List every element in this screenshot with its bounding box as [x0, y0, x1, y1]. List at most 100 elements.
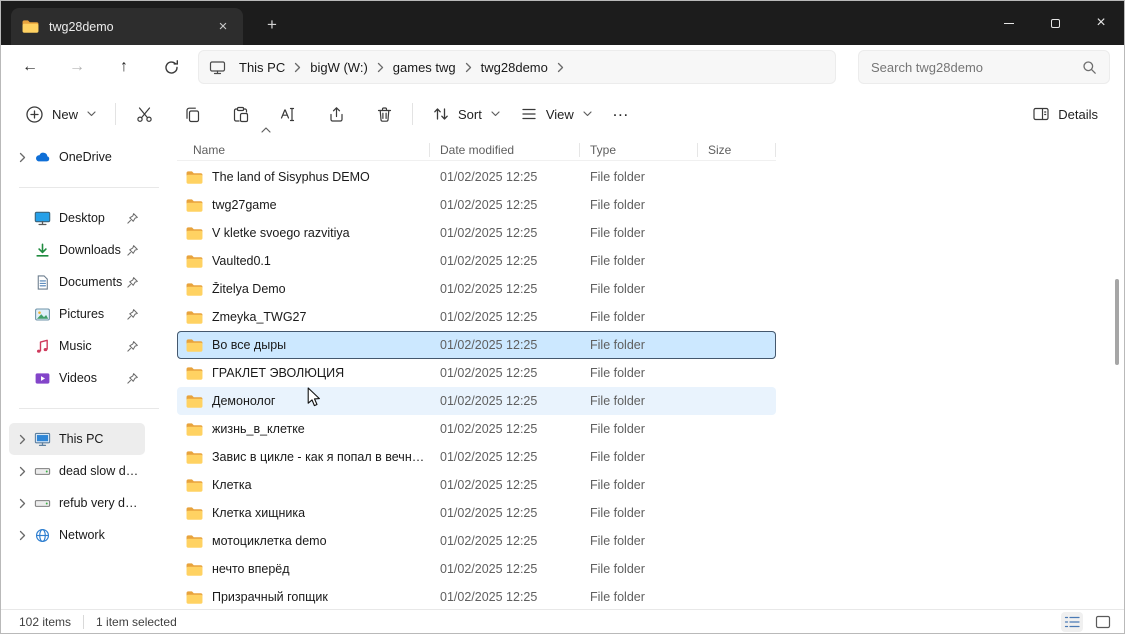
- pictures-icon: [33, 306, 51, 323]
- file-row[interactable]: Клетка хищника01/02/2025 12:25File folde…: [177, 499, 776, 527]
- column-header-date-modified[interactable]: Date modified: [430, 139, 580, 160]
- file-name: ГРАКЛЕТ ЭВОЛЮЦИЯ: [212, 366, 344, 380]
- sidebar-item-dead-slow-drive[interactable]: dead slow drive: [9, 455, 145, 487]
- column-header-name[interactable]: Name: [177, 139, 430, 160]
- chevron-right-icon[interactable]: [294, 62, 301, 73]
- folder-icon: [185, 282, 204, 297]
- file-type: File folder: [580, 422, 698, 436]
- view-button[interactable]: View: [510, 98, 602, 130]
- tab-twg28demo[interactable]: twg28demo ×: [11, 8, 243, 45]
- file-row[interactable]: twg27game01/02/2025 12:25File folder: [177, 191, 776, 219]
- file-name: Клетка хищника: [212, 506, 305, 520]
- file-row[interactable]: Zmeyka_TWG2701/02/2025 12:25File folder: [177, 303, 776, 331]
- this-pc-icon: [209, 60, 226, 75]
- search-input[interactable]: Search twg28demo: [858, 50, 1110, 84]
- file-row[interactable]: мотоциклетка demo01/02/2025 12:25File fo…: [177, 527, 776, 555]
- rename-button[interactable]: [269, 97, 307, 131]
- breadcrumb-games-twg[interactable]: games twg: [386, 57, 463, 78]
- sidebar-item-downloads[interactable]: Downloads: [9, 234, 145, 266]
- breadcrumb-this-pc[interactable]: This PC: [232, 57, 292, 78]
- sidebar-item-network[interactable]: Network: [9, 519, 145, 551]
- file-date-modified: 01/02/2025 12:25: [430, 534, 580, 548]
- file-row[interactable]: ГРАКЛЕТ ЭВОЛЮЦИЯ01/02/2025 12:25File fol…: [177, 359, 776, 387]
- copy-icon: [183, 105, 202, 124]
- sidebar-item-this-pc[interactable]: This PC: [9, 423, 145, 455]
- more-options-button[interactable]: …: [602, 97, 640, 131]
- expand-chevron-icon[interactable]: [13, 152, 31, 163]
- close-tab-icon[interactable]: ×: [213, 17, 233, 37]
- minimize-button[interactable]: [986, 1, 1032, 45]
- maximize-button[interactable]: [1032, 1, 1078, 45]
- sidebar-item-videos[interactable]: Videos: [9, 362, 145, 394]
- chevron-right-icon[interactable]: [557, 62, 564, 73]
- folder-icon: [185, 478, 204, 493]
- file-row[interactable]: жизнь_в_клетке01/02/2025 12:25File folde…: [177, 415, 776, 443]
- sidebar-item-documents[interactable]: Documents: [9, 266, 145, 298]
- new-tab-button[interactable]: +: [257, 11, 287, 38]
- sidebar-item-refub-very-dead[interactable]: refub very dead: [9, 487, 145, 519]
- expand-chevron-icon[interactable]: [13, 498, 31, 509]
- breadcrumb-bigw-drive[interactable]: bigW (W:): [303, 57, 375, 78]
- file-row[interactable]: Демонолог01/02/2025 12:25File folder: [177, 387, 776, 415]
- file-row[interactable]: Во все дыры01/02/2025 12:25File folder: [177, 331, 776, 359]
- chevron-down-icon: [491, 111, 500, 117]
- forward-button[interactable]: →: [60, 51, 94, 83]
- sidebar-item-desktop[interactable]: Desktop: [9, 202, 145, 234]
- network-icon: [33, 527, 51, 544]
- breadcrumb-twg28demo[interactable]: twg28demo: [474, 57, 555, 78]
- file-row[interactable]: Завис в цикле - как я попал в вечный к..…: [177, 443, 776, 471]
- up-button[interactable]: ↑: [107, 51, 141, 83]
- close-button[interactable]: ×: [1078, 1, 1124, 45]
- sidebar-item-music[interactable]: Music: [9, 330, 145, 362]
- delete-button[interactable]: [365, 97, 403, 131]
- file-row[interactable]: Žitelya Demo01/02/2025 12:25File folder: [177, 275, 776, 303]
- sidebar-item-label: Videos: [59, 371, 97, 385]
- file-row[interactable]: нечто вперёд01/02/2025 12:25File folder: [177, 555, 776, 583]
- file-type: File folder: [580, 226, 698, 240]
- rename-icon: [279, 105, 298, 124]
- sidebar-item-pictures[interactable]: Pictures: [9, 298, 145, 330]
- back-button[interactable]: ←: [13, 51, 47, 83]
- details-pane-icon: [1032, 105, 1050, 123]
- pin-icon: [126, 244, 141, 257]
- expand-chevron-icon[interactable]: [13, 466, 31, 477]
- file-row[interactable]: Vaulted0.101/02/2025 12:25File folder: [177, 247, 776, 275]
- file-row[interactable]: The land of Sisyphus DEMO01/02/2025 12:2…: [177, 163, 776, 191]
- chevron-right-icon[interactable]: [377, 62, 384, 73]
- expand-chevron-icon[interactable]: [13, 434, 31, 445]
- file-explorer-window: { "titlebar": { "tab_title": "twg28demo"…: [0, 0, 1125, 634]
- sidebar-item-label: OneDrive: [59, 150, 112, 164]
- refresh-button[interactable]: [154, 51, 188, 83]
- sidebar-item-label: Downloads: [59, 243, 121, 257]
- share-button[interactable]: [317, 97, 355, 131]
- paste-icon: [231, 105, 250, 124]
- details-button[interactable]: Details: [1022, 98, 1108, 130]
- paste-button[interactable]: [221, 97, 259, 131]
- file-list: Name Date modified Type Size The land of…: [177, 129, 787, 611]
- column-header-size[interactable]: Size: [698, 139, 776, 160]
- file-date-modified: 01/02/2025 12:25: [430, 394, 580, 408]
- cut-button[interactable]: [125, 97, 163, 131]
- sidebar-item-onedrive[interactable]: OneDrive: [9, 141, 145, 173]
- new-button[interactable]: New: [15, 98, 106, 131]
- file-type: File folder: [580, 282, 698, 296]
- file-date-modified: 01/02/2025 12:25: [430, 450, 580, 464]
- items-count: 102 items: [19, 615, 71, 629]
- file-row[interactable]: Клетка01/02/2025 12:25File folder: [177, 471, 776, 499]
- large-icons-view-toggle[interactable]: [1092, 612, 1114, 632]
- expand-chevron-icon[interactable]: [13, 530, 31, 541]
- scrollbar-thumb[interactable]: [1115, 279, 1119, 365]
- toolbar-divider: [412, 103, 413, 125]
- file-date-modified: 01/02/2025 12:25: [430, 254, 580, 268]
- copy-button[interactable]: [173, 97, 211, 131]
- sidebar-item-label: dead slow drive: [59, 464, 141, 478]
- details-view-toggle[interactable]: [1061, 612, 1083, 632]
- column-header-type[interactable]: Type: [580, 139, 698, 160]
- thumbnail-view-icon: [1095, 615, 1111, 629]
- file-row[interactable]: V kletke svoego razvitiya01/02/2025 12:2…: [177, 219, 776, 247]
- chevron-right-icon[interactable]: [465, 62, 472, 73]
- vertical-scrollbar[interactable]: [1112, 141, 1122, 607]
- sort-button[interactable]: Sort: [422, 98, 510, 130]
- file-row[interactable]: Призрачный гопщик01/02/2025 12:25File fo…: [177, 583, 776, 611]
- file-type: File folder: [580, 450, 698, 464]
